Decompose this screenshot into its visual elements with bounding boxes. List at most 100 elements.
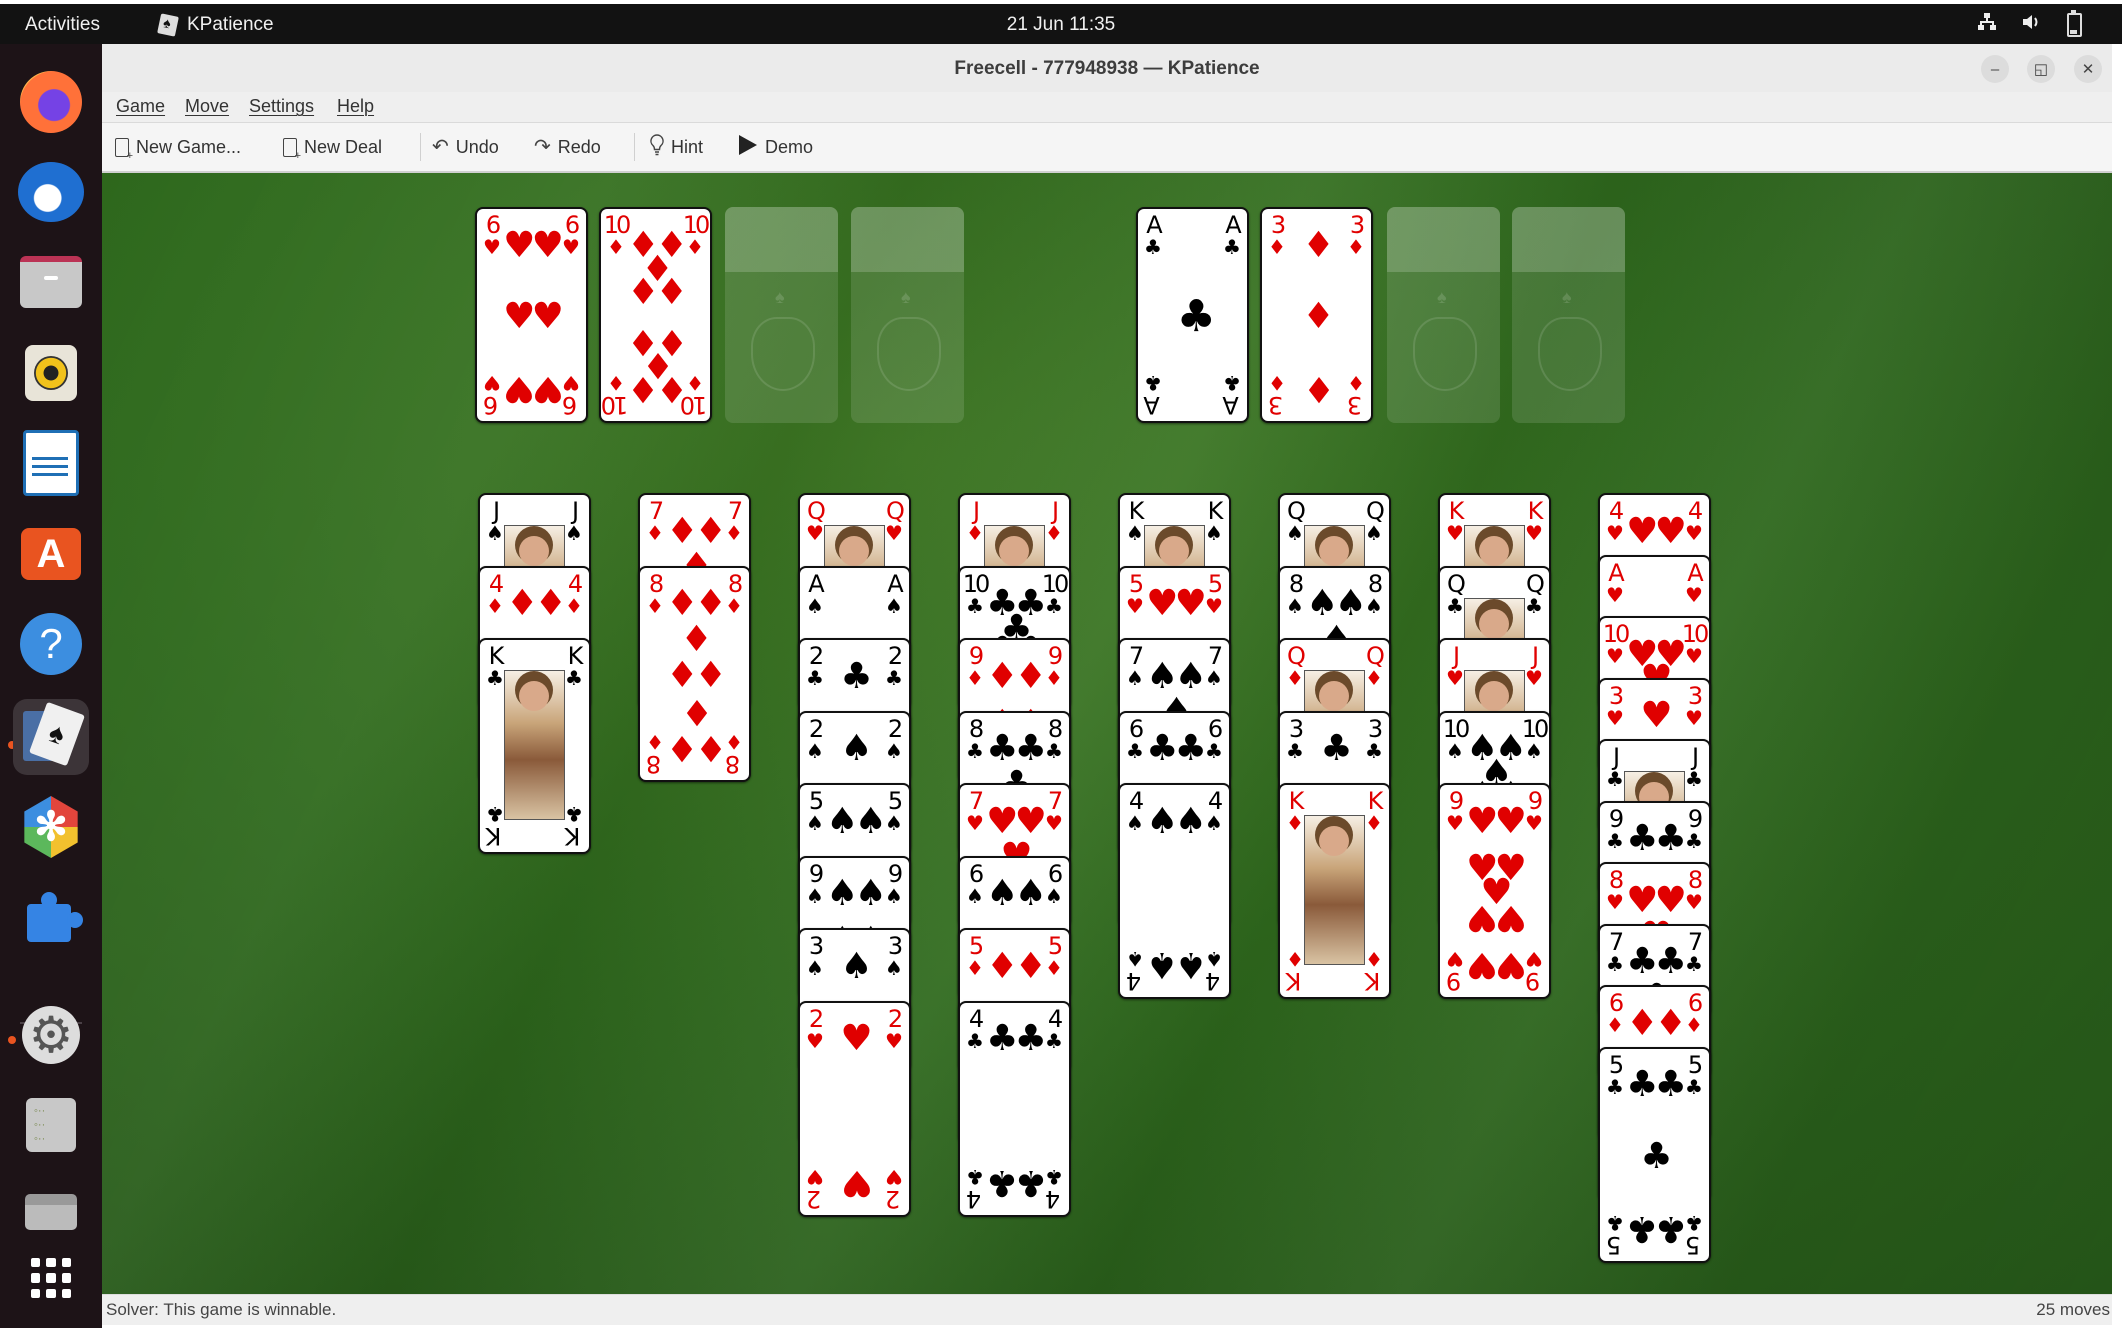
heart-icon: ♥ <box>1685 582 1703 607</box>
tableau-card[interactable]: K ♦ K ♦ K ♦ K ♦ <box>1278 783 1391 999</box>
undo-button[interactable]: ↶ Undo <box>432 133 499 161</box>
court-card-portrait <box>504 670 565 820</box>
spade-icon: ♠ <box>885 956 903 980</box>
club-icon: ♣ <box>1144 235 1162 259</box>
heart-pip-icon: ♥ <box>1654 879 1687 921</box>
restore-button[interactable]: ◱ <box>2027 55 2055 83</box>
dock-item-extensions[interactable] <box>13 880 89 956</box>
card-index: A♥ <box>1602 561 1628 605</box>
activities-button[interactable]: Activities <box>25 14 100 36</box>
club-icon: ♣ <box>1286 738 1304 763</box>
foundation-empty[interactable]: ♠ <box>1512 207 1625 423</box>
club-icon: ♣ <box>1223 371 1241 395</box>
dock-item-help[interactable]: ? <box>13 606 89 682</box>
diamond-pip-icon: ♦ <box>694 510 727 552</box>
title-bar[interactable]: Freecell - 777948938 — KPatience – ◱ ✕ <box>102 44 2112 93</box>
diamond-icon: ♦ <box>1347 371 1365 395</box>
dock-item-rhythmbox[interactable] <box>13 335 89 411</box>
menu-settings[interactable]: Settings <box>249 96 314 117</box>
minimize-button[interactable]: – <box>1981 55 2009 83</box>
spade-pip-icon: ♠ <box>1174 655 1207 697</box>
new-game-button[interactable]: New Game... <box>115 133 241 162</box>
menu-move[interactable]: Move <box>185 96 229 117</box>
close-button[interactable]: ✕ <box>2074 55 2102 83</box>
card-index: A ♣ <box>1140 371 1166 419</box>
heart-pip-icon: ♥ <box>840 1161 873 1203</box>
menu-game[interactable]: Game <box>116 96 165 117</box>
heart-pip-icon: ♥ <box>1494 944 1527 986</box>
heart-icon: ♥ <box>885 1028 903 1053</box>
spade-pip-icon: ♠ <box>1014 873 1047 915</box>
app-center-icon: A <box>21 528 81 580</box>
card-index: 3♠ <box>881 934 907 978</box>
club-pip-icon: ♣ <box>1014 1161 1047 1203</box>
tableau-card[interactable]: 4 ♣ 4 ♣ 4 ♣ 4 ♣ ♣ ♣ ♣ ♣ <box>958 1000 1071 1217</box>
foundation-empty[interactable]: ♠ <box>1387 207 1500 423</box>
card-rank: 6 <box>485 391 499 419</box>
new-deal-button[interactable]: New Deal <box>283 133 383 162</box>
dock-item-app-center[interactable]: A <box>13 516 89 592</box>
card-index: 3 ♦ <box>1264 371 1290 419</box>
redo-button[interactable]: ↷ Redo <box>534 133 601 161</box>
clock[interactable]: 21 Jun 11:35 <box>0 14 2122 36</box>
dock-item-preferences[interactable]: ✻ <box>13 789 89 865</box>
writer-icon <box>23 430 79 496</box>
slot-mark-icon: ♠ <box>1562 287 1572 307</box>
freecell-card[interactable]: 10 ♦ 10 ♦ 10 ♦ 10 ♦ ♦ ♦ ♦ ♦ ♦ ♦ ♦ ♦ ♦ ♦ <box>599 207 712 423</box>
menu-help[interactable]: Help <box>337 96 374 117</box>
dock-item-settings[interactable] <box>13 997 89 1073</box>
card-rank: K <box>1288 967 1302 995</box>
spade-pip-icon: ♠ <box>854 800 887 842</box>
club-icon: ♣ <box>1144 371 1162 395</box>
undo-icon: ↶ <box>432 136 449 158</box>
heart-pip-icon: ♥ <box>1654 510 1687 552</box>
new-deal-label: New Deal <box>304 136 383 157</box>
help-icon: ? <box>20 613 82 675</box>
tableau-card[interactable]: 4 ♠ 4 ♠ 4 ♠ 4 ♠ ♠ ♠ ♠ ♠ <box>1118 783 1231 999</box>
settings-icon <box>22 1006 80 1064</box>
volume-icon[interactable] <box>2021 12 2043 38</box>
diamond-pip-icon: ♦ <box>1302 296 1335 337</box>
hint-label: Hint <box>671 136 704 157</box>
freecell-card[interactable]: 6 ♥ 6 ♥ 6 ♥ 6 ♥ ♥ ♥ ♥ ♥ ♥ ♥ <box>475 207 588 423</box>
hint-button[interactable]: Hint <box>650 133 703 161</box>
app-menu[interactable]: KPatience <box>157 13 274 37</box>
dock-item-thunderbird[interactable] <box>13 154 89 230</box>
freecell-empty[interactable]: ♠ <box>725 207 838 423</box>
kpatience-window: Freecell - 777948938 — KPatience – ◱ ✕ G… <box>102 44 2112 1325</box>
restore-icon: ◱ <box>2033 61 2049 78</box>
dock-item-drive[interactable] <box>13 1174 89 1250</box>
slot-mark-icon: ♠ <box>901 287 911 307</box>
card-rank: 4 <box>1128 967 1142 995</box>
tableau-card[interactable]: 9 ♥ 9 ♥ 9 ♥ 9 ♥ ♥ ♥ ♥ ♥ ♥ ♥ ♥ ♥ ♥ <box>1438 783 1551 999</box>
heart-pip-icon: ♥ <box>531 296 564 337</box>
dock-item-kpatience[interactable] <box>13 699 89 775</box>
dock-item-writer[interactable] <box>13 425 89 501</box>
freecell-empty[interactable]: ♠ <box>851 207 964 423</box>
redo-icon: ↷ <box>534 136 551 158</box>
system-tray[interactable] <box>1977 10 2082 38</box>
card-index: 3 ♦ <box>1264 213 1290 257</box>
court-card-portrait <box>1304 815 1365 965</box>
dock-item-files[interactable] <box>13 244 89 320</box>
rhythmbox-icon <box>25 345 77 401</box>
dock-item-firefox[interactable] <box>13 64 89 140</box>
foundation-card[interactable]: A ♣ A ♣ A ♣ A ♣ ♣ <box>1136 207 1249 423</box>
heart-pip-icon: ♥ <box>1494 800 1527 842</box>
foundation-card[interactable]: 3 ♦ 3 ♦ 3 ♦ 3 ♦ ♦ ♦ ♦ <box>1260 207 1373 423</box>
network-icon[interactable] <box>1977 12 1997 38</box>
tableau-card[interactable]: 8 ♦ 8 ♦ 8 ♦ 8 ♦ ♦ ♦ ♦ ♦ ♦ ♦ ♦ ♦ <box>638 565 751 782</box>
show-apps-button[interactable] <box>13 1240 89 1316</box>
tableau-card[interactable]: K ♣ K ♣ K ♣ K ♣ <box>478 638 591 854</box>
heart-pip-icon: ♥ <box>531 224 564 266</box>
tableau-card[interactable]: 5 ♣ 5 ♣ 5 ♣ 5 ♣ ♣ ♣ ♣ ♣ ♣ <box>1598 1046 1711 1263</box>
diamond-pip-icon: ♦ <box>694 726 727 768</box>
battery-icon[interactable] <box>2067 10 2082 37</box>
solver-status: Solver: This game is winnable. <box>106 1300 337 1319</box>
dock-item-list-app[interactable] <box>13 1087 89 1163</box>
demo-label: Demo <box>765 136 814 157</box>
demo-button[interactable]: Demo <box>738 133 813 161</box>
tableau-card[interactable]: 2 ♥ 2 ♥ 2 ♥ 2 ♥ ♥ ♥ <box>798 1000 911 1217</box>
preferences-icon: ✻ <box>24 796 78 858</box>
game-table[interactable]: 6 ♥ 6 ♥ 6 ♥ 6 ♥ ♥ ♥ ♥ ♥ ♥ ♥ 10 ♦ 10 ♦ 10 ♦ 10 ♦ ♦ ♦ ♦ ♦ ♦ ♦ ♦ ♦ ♦ ♦ ♠ ♠ A ♣… <box>102 173 2112 1294</box>
